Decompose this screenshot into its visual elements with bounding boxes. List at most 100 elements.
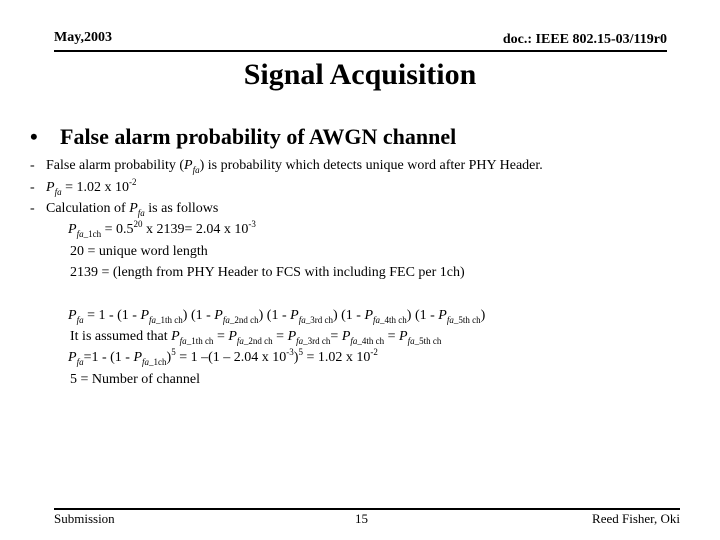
subscript: fa_4th ch	[350, 336, 384, 346]
superscript: -3	[286, 347, 294, 357]
text: fa	[142, 357, 150, 367]
subscript: fa_3rd ch	[296, 336, 330, 346]
text: fa	[222, 315, 230, 325]
text: = 0.5	[101, 222, 134, 237]
subscript: fa_1ch	[142, 357, 167, 367]
main-bullet: • False alarm probability of AWGN channel	[30, 124, 456, 150]
subscript: fa_3rd ch	[299, 315, 333, 325]
header-date: May,2003	[54, 30, 112, 45]
symbol-p: P	[46, 180, 55, 195]
subscript: fa_1th ch	[149, 315, 183, 325]
symbol-p: P	[438, 308, 447, 323]
text: _1th ch	[156, 315, 183, 325]
text: =	[272, 329, 288, 344]
text: x 2139= 2.04 x 10	[142, 222, 249, 237]
p-term: Pfa_1th ch) (1 -	[140, 308, 215, 325]
superscript: -3	[248, 219, 256, 229]
text: fa	[236, 336, 244, 346]
footer-author: Reed Fisher, Oki	[592, 511, 680, 526]
symbol-p: P	[140, 308, 150, 323]
symbol-p: P	[290, 308, 299, 323]
text: fa	[373, 315, 381, 325]
subscript: fa_4th ch	[373, 315, 407, 325]
p-term: Pfa_2nd ch =	[228, 329, 288, 346]
subscript: fa	[192, 165, 200, 175]
calc-result: Pfa=1 - (1 - Pfa_1ch)5 = 1 –(1 – 2.04 x …	[68, 347, 378, 367]
text: = 1.02 x 10	[302, 350, 371, 365]
text: fa	[76, 229, 84, 239]
text: ) is probability which detects unique wo…	[199, 158, 543, 173]
text: Calculation of	[46, 201, 130, 216]
text: fa	[149, 315, 157, 325]
symbol-p: P	[129, 201, 138, 216]
dash-marker: -	[30, 201, 35, 216]
bullet-text: False alarm probability of AWGN channel	[60, 124, 457, 149]
symbol-p: P	[133, 350, 143, 365]
calc-single-channel: Pfa_1ch = 0.520 x 2139= 2.04 x 10-3	[68, 219, 256, 239]
subscript: fa	[76, 357, 84, 367]
calc-frame-length: 2139 = (length from PHY Header to FCS wi…	[70, 265, 465, 280]
text: It is assumed that	[70, 329, 172, 344]
text: = 1 –(1 – 2.04 x 10	[175, 350, 287, 365]
calc-uw-length: 20 = unique word length	[70, 244, 208, 259]
text: fa	[179, 336, 187, 346]
text: ) (1 -	[258, 308, 291, 323]
calc-channel-count: 5 = Number of channel	[70, 372, 200, 387]
header-divider	[54, 50, 667, 52]
text: fa	[446, 315, 454, 325]
text: _1ch	[83, 229, 102, 239]
assumption-terms: Pfa_1th ch = Pfa_2nd ch = Pfa_3rd ch= Pf…	[171, 329, 442, 346]
text: fa	[298, 315, 306, 325]
text: =	[213, 329, 229, 344]
subscript: fa_2nd ch	[237, 336, 273, 346]
text: ) (1 -	[182, 308, 215, 323]
text: _3rd ch	[305, 315, 333, 325]
subscript: fa	[76, 315, 84, 325]
symbol-p: P	[68, 308, 77, 323]
p-term: Pfa_1th ch =	[171, 329, 229, 346]
symbol-p: P	[171, 329, 180, 344]
text: _5th ch	[453, 315, 481, 325]
page-number: 15	[355, 511, 368, 526]
symbol-p: P	[68, 350, 77, 365]
item-calc-intro: - Calculation of Pfa is as follows	[30, 201, 219, 218]
p-term: Pfa_5th ch)	[438, 308, 486, 325]
text: ) (1 -	[332, 308, 365, 323]
text: False alarm probability (	[46, 158, 185, 173]
footer-submission: Submission	[54, 511, 115, 526]
calc-total: Pfa = 1 - (1 - Pfa_1th ch) (1 - Pfa_2nd …	[68, 308, 486, 325]
p-term: Pfa_3rd ch=	[287, 329, 342, 346]
text: ) (1 -	[406, 308, 439, 323]
text: )	[480, 308, 486, 323]
symbol-p: P	[287, 329, 297, 344]
footer-divider	[54, 508, 680, 510]
text: =	[330, 329, 342, 344]
text: is as follows	[144, 201, 219, 216]
subscript: fa_5th ch	[408, 336, 442, 346]
text: _4th ch	[380, 315, 407, 325]
text: =	[384, 329, 400, 344]
p-term: Pfa_4th ch) (1 -	[364, 308, 439, 325]
bullet-icon: •	[30, 124, 38, 149]
subscript: fa_1ch	[77, 229, 102, 239]
text: _3rd ch	[303, 336, 331, 346]
text: _2nd ch	[243, 336, 273, 346]
calc-assumption: It is assumed that Pfa_1th ch = Pfa_2nd …	[70, 329, 442, 346]
text: fa	[407, 336, 415, 346]
symbol-p: P	[228, 329, 237, 344]
subscript: fa_5th ch	[447, 315, 481, 325]
text: _1ch	[149, 357, 167, 367]
text: =1 - (1 -	[83, 350, 134, 365]
p-term: Pfa_4th ch =	[342, 329, 400, 346]
symbol-p: P	[364, 308, 374, 323]
text: _1th ch	[186, 336, 214, 346]
item-definition: - False alarm probability (Pfa) is probab…	[30, 158, 543, 175]
subscript: fa	[54, 187, 62, 197]
subscript: fa	[137, 208, 145, 218]
text: _2nd ch	[229, 315, 259, 325]
dash-marker: -	[30, 158, 35, 173]
symbol-p: P	[399, 329, 408, 344]
subscript: fa_1th ch	[180, 336, 214, 346]
text: _4th ch	[357, 336, 385, 346]
symbol-p: P	[184, 158, 193, 173]
